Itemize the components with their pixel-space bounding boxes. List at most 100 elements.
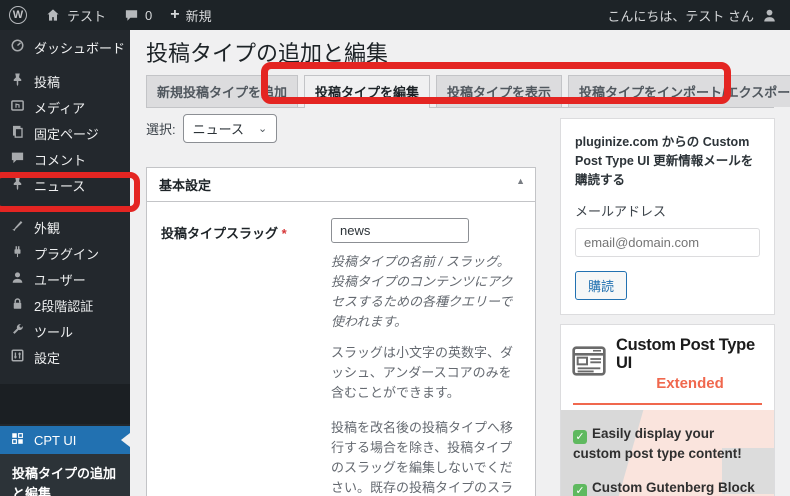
sidebar-item-dashboard[interactable]: ダッシュボード [0, 34, 130, 60]
sidebar-item-label: 固定ページ [34, 126, 99, 142]
wordpress-logo-menu[interactable]: W [0, 0, 36, 30]
sidebar-item-posts[interactable]: 投稿 [0, 68, 130, 94]
sidebar-item-label: ダッシュボード [34, 40, 126, 56]
site-name-menu[interactable]: テスト [36, 0, 115, 30]
settings-sliders-icon [10, 348, 25, 366]
basic-settings-panel: 基本設定 ▲ 投稿タイプスラッグ * 投稿タイプの名前 / スラッグ。投稿タイプ… [146, 167, 536, 496]
pushpin-icon [10, 72, 25, 90]
tab-import-export[interactable]: 投稿タイプをインポート/エクスポート [568, 75, 790, 107]
plus-icon: + [170, 6, 180, 23]
pushpin-icon [10, 176, 25, 194]
new-label: 新規 [185, 8, 212, 24]
sidebar-item-users[interactable]: ユーザー [0, 266, 130, 292]
forms-grid-icon [10, 431, 25, 449]
email-field[interactable] [575, 228, 760, 258]
ad-subtitle: Extended [656, 374, 724, 392]
admin-bar: W テスト 0 + 新規 こんにちは、テスト さん [0, 0, 790, 30]
ad-header: Custom Post Type UI Extended [561, 325, 774, 395]
comments-icon [10, 150, 25, 168]
sidebar-item-label: 2段階認証 [34, 298, 94, 314]
current-menu-arrow [121, 433, 130, 447]
sidebar-item-plugins[interactable]: プラグイン [0, 240, 130, 266]
sidebar-item-comments[interactable]: コメント [0, 146, 130, 172]
newsletter-box: pluginize.com からの Custom Post Type UI 更新… [560, 118, 775, 316]
wordpress-logo-icon: W [9, 6, 27, 24]
check-icon: ✓ [573, 429, 587, 444]
site-name: テスト [67, 8, 107, 24]
new-content-menu[interactable]: + 新規 [161, 0, 220, 30]
newsletter-heading: pluginize.com からの Custom Post Type UI 更新… [575, 135, 754, 187]
sidebar-item-media[interactable]: メディア [0, 94, 130, 120]
sidebar-item-cpt-ui[interactable]: CPT UI [0, 426, 130, 454]
sidebar-item-appearance[interactable]: 外観 [0, 214, 130, 240]
sidebar-item-label: メディア [34, 100, 86, 116]
avatar-icon [761, 7, 778, 24]
wrench-icon [10, 322, 25, 340]
ad-feature-text: Easily display your custom post type con… [573, 425, 742, 461]
greeting-text: こんにちは、テスト さん [607, 8, 754, 24]
comments-menu[interactable]: 0 [115, 0, 161, 30]
main-content: 投稿タイプの追加と編集 新規投稿タイプを追加 投稿タイプを編集 投稿タイプを表示… [130, 30, 790, 496]
sidebar-item-pages[interactable]: 固定ページ [0, 120, 130, 146]
collapse-triangle-icon[interactable]: ▲ [516, 176, 525, 186]
sidebar-item-settings[interactable]: 設定 [0, 344, 130, 370]
tab-view-post-types[interactable]: 投稿タイプを表示 [436, 75, 563, 107]
subscribe-button[interactable]: 購読 [575, 271, 628, 301]
select-label: 選択: [146, 122, 176, 137]
panel-header[interactable]: 基本設定 ▲ [147, 168, 535, 202]
wordpress-admin-page: W テスト 0 + 新規 こんにちは、テスト さん ダッシュボード 投稿 メディ… [0, 0, 790, 496]
nav-tabs: 新規投稿タイプを追加 投稿タイプを編集 投稿タイプを表示 投稿タイプをインポート… [146, 75, 790, 108]
slug-warning-note: 投稿を改名後の投稿タイプへ移行する場合を除き、投稿タイプのスラッグを編集しないで… [331, 419, 514, 496]
tab-edit-post-types[interactable]: 投稿タイプを編集 [304, 75, 431, 108]
post-type-select[interactable]: ニュース ⌄ [182, 114, 278, 143]
lock-icon [10, 296, 25, 314]
ad-feature: ✓ Easily display your custom post type co… [573, 424, 762, 464]
sidebar-item-label: コメント [34, 152, 87, 168]
ad-feature: ✓ Custom Gutenberg Block w/ Multiple Layo… [573, 478, 762, 496]
page-title: 投稿タイプの追加と編集 [146, 41, 389, 66]
plug-icon [10, 244, 25, 262]
sidebar-item-news[interactable]: ニュース [0, 172, 130, 198]
ad-title-block: Custom Post Type UI Extended [616, 336, 764, 391]
media-icon [10, 98, 25, 116]
home-icon [45, 7, 61, 23]
menu-separator [0, 60, 130, 68]
admin-sidebar: ダッシュボード 投稿 メディア 固定ページ コメント ニュース 外観 プラグイン… [0, 30, 130, 496]
ad-feature-text: Custom Gutenberg Block w/ Multiple Layou… [592, 480, 755, 496]
ad-title: Custom Post Type UI [616, 336, 755, 373]
slug-field-column: 投稿タイプの名前 / スラッグ。投稿タイプのコンテンツにアクセスするための各種ク… [331, 218, 521, 496]
sidebar-item-label: 設定 [34, 350, 61, 366]
check-icon: ✓ [573, 484, 587, 496]
paintbrush-icon [10, 218, 25, 236]
panel-body: 投稿タイプスラッグ * 投稿タイプの名前 / スラッグ。投稿タイプのコンテンツに… [147, 202, 535, 496]
ad-feature-list: ✓ Easily display your custom post type co… [561, 409, 774, 496]
email-label: メールアドレス [575, 204, 667, 220]
sidebar-item-label: ツール [34, 324, 74, 340]
slug-input[interactable] [331, 218, 469, 243]
panel-title: 基本設定 [159, 178, 212, 193]
slug-field-label: 投稿タイプスラッグ * [161, 218, 331, 496]
slug-characters-note: スラッグは小文字の英数字、ダッシュ、アンダースコアのみを含むことができます。 [331, 344, 514, 400]
menu-separator [0, 198, 130, 214]
post-type-select-row: 選択: ニュース ⌄ [146, 114, 278, 143]
sidebar-item-two-factor[interactable]: 2段階認証 [0, 292, 130, 318]
sidebar-item-label: 外観 [34, 220, 61, 236]
slug-description: 投稿タイプの名前 / スラッグ。投稿タイプのコンテンツにアクセスするための各種ク… [331, 254, 513, 330]
required-asterisk: * [281, 226, 287, 241]
selected-post-type: ニュース [192, 122, 244, 137]
user-icon [10, 270, 25, 288]
chevron-down-icon: ⌄ [257, 123, 268, 135]
sidebar-subitem-add-edit-post-types[interactable]: 投稿タイプの追加と編集 [0, 454, 130, 496]
submenu-item-label: 投稿タイプの追加と編集 [12, 466, 117, 496]
slug-label-text: 投稿タイプスラッグ [161, 226, 279, 241]
account-menu[interactable]: こんにちは、テスト さん [607, 6, 790, 25]
ad-divider [573, 402, 762, 405]
sidebar-item-tools[interactable]: ツール [0, 318, 130, 344]
cptui-extended-ad[interactable]: Custom Post Type UI Extended ✓ Easily dis… [560, 324, 775, 496]
sidebar-item-label: ユーザー [34, 272, 86, 288]
comment-bubble-icon [124, 8, 139, 23]
pages-icon [10, 124, 25, 142]
tab-add-new-post-type[interactable]: 新規投稿タイプを追加 [146, 75, 299, 107]
sidebar-item-label: CPT UI [34, 432, 77, 448]
right-sidebar: pluginize.com からの Custom Post Type UI 更新… [560, 118, 775, 496]
